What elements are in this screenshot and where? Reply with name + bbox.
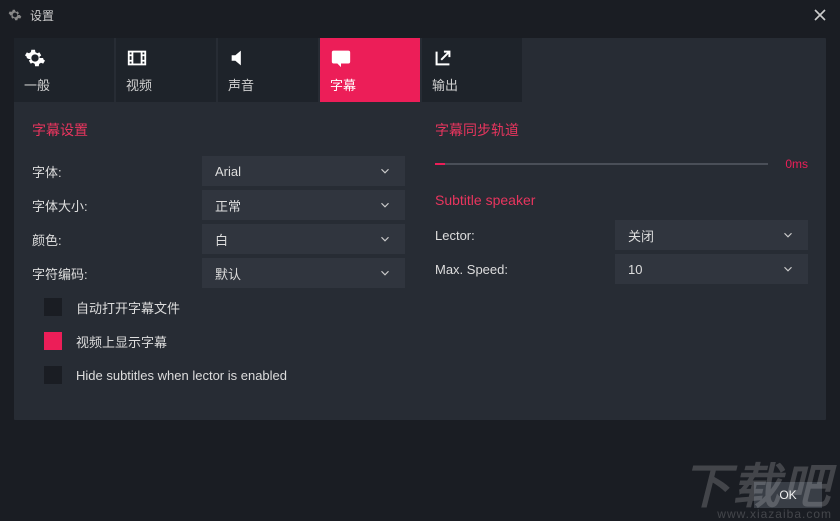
export-icon bbox=[432, 47, 454, 69]
speech-bubble-icon bbox=[330, 47, 352, 69]
subtitle-speaker-title: Subtitle speaker bbox=[435, 192, 808, 208]
size-label: 字体大小: bbox=[32, 196, 202, 215]
close-button[interactable] bbox=[808, 5, 832, 25]
chevron-down-icon bbox=[378, 198, 392, 212]
encoding-label: 字符编码: bbox=[32, 264, 202, 283]
color-select[interactable]: 白 bbox=[202, 224, 405, 254]
chevron-down-icon bbox=[781, 262, 795, 276]
sync-slider-value: 0ms bbox=[778, 157, 808, 171]
chevron-down-icon bbox=[378, 164, 392, 178]
hide-when-lector-checkbox-row[interactable]: Hide subtitles when lector is enabled bbox=[32, 358, 405, 392]
tab-output[interactable]: 输出 bbox=[422, 38, 522, 102]
checkbox-checked-icon bbox=[44, 332, 62, 350]
show-on-video-checkbox-row[interactable]: 视频上显示字幕 bbox=[32, 324, 405, 358]
window-title: 设置 bbox=[30, 7, 54, 24]
color-value: 白 bbox=[215, 230, 228, 249]
color-label: 颜色: bbox=[32, 230, 202, 249]
tab-audio-label: 声音 bbox=[228, 75, 254, 94]
maxspeed-label: Max. Speed: bbox=[435, 262, 615, 277]
size-select[interactable]: 正常 bbox=[202, 190, 405, 220]
encoding-select[interactable]: 默认 bbox=[202, 258, 405, 288]
font-label: 字体: bbox=[32, 162, 202, 181]
tab-subtitle-label: 字幕 bbox=[330, 75, 356, 94]
checkbox-unchecked-icon bbox=[44, 366, 62, 384]
lector-select[interactable]: 关闭 bbox=[615, 220, 808, 250]
gear-icon bbox=[8, 8, 22, 22]
chevron-down-icon bbox=[378, 266, 392, 280]
font-select[interactable]: Arial bbox=[202, 156, 405, 186]
sync-slider[interactable] bbox=[435, 154, 768, 174]
auto-open-label: 自动打开字幕文件 bbox=[76, 298, 180, 317]
size-value: 正常 bbox=[215, 196, 241, 215]
font-value: Arial bbox=[215, 164, 241, 179]
show-on-video-label: 视频上显示字幕 bbox=[76, 332, 167, 351]
speaker-icon bbox=[228, 47, 250, 69]
close-icon bbox=[814, 9, 826, 21]
ok-button[interactable]: OK bbox=[754, 482, 822, 508]
lector-label: Lector: bbox=[435, 228, 615, 243]
tab-video[interactable]: 视频 bbox=[116, 38, 216, 102]
tab-general-label: 一般 bbox=[24, 75, 50, 94]
checkbox-unchecked-icon bbox=[44, 298, 62, 316]
encoding-value: 默认 bbox=[215, 264, 241, 283]
watermark-url: www.xiazaiba.com bbox=[682, 508, 832, 520]
auto-open-checkbox-row[interactable]: 自动打开字幕文件 bbox=[32, 290, 405, 324]
sync-track-title: 字幕同步轨道 bbox=[435, 120, 808, 140]
lector-value: 关闭 bbox=[628, 226, 654, 245]
tab-video-label: 视频 bbox=[126, 75, 152, 94]
tab-general[interactable]: 一般 bbox=[14, 38, 114, 102]
tab-audio[interactable]: 声音 bbox=[218, 38, 318, 102]
film-icon bbox=[126, 47, 148, 69]
hide-when-lector-label: Hide subtitles when lector is enabled bbox=[76, 368, 287, 383]
maxspeed-select[interactable]: 10 bbox=[615, 254, 808, 284]
subtitle-settings-title: 字幕设置 bbox=[32, 120, 405, 140]
chevron-down-icon bbox=[378, 232, 392, 246]
gear-icon bbox=[24, 47, 46, 69]
tab-output-label: 输出 bbox=[432, 75, 458, 94]
chevron-down-icon bbox=[781, 228, 795, 242]
maxspeed-value: 10 bbox=[628, 262, 642, 277]
tab-subtitle[interactable]: 字幕 bbox=[320, 38, 420, 102]
